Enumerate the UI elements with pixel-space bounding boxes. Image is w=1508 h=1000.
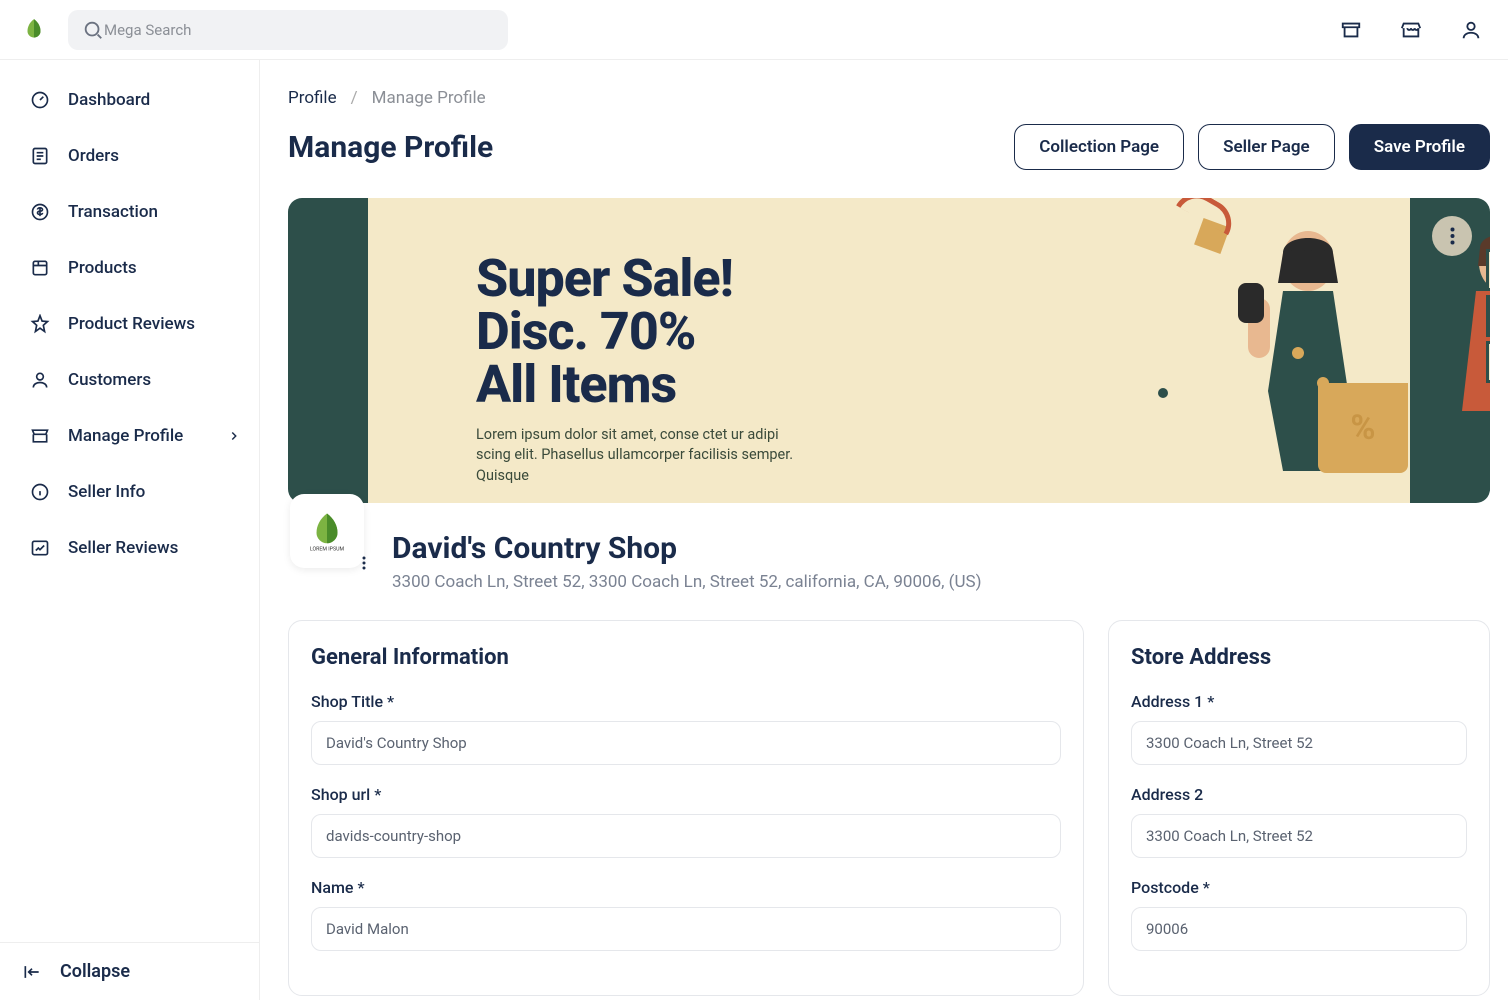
gift-boxes-icon (1486, 243, 1490, 383)
name-label: Name * (311, 878, 1061, 897)
sidebar-item-seller-info[interactable]: Seller Info (22, 470, 249, 514)
chevron-right-icon (227, 429, 241, 443)
sidebar-item-label: Dashboard (68, 90, 150, 110)
shopping-bag-icon (1318, 383, 1408, 473)
sidebar-item-products[interactable]: Products (22, 246, 249, 290)
shop-name: David's Country Shop (392, 531, 982, 566)
postcode-label: Postcode * (1131, 878, 1467, 897)
more-vert-icon (1450, 227, 1455, 245)
address2-input[interactable] (1131, 814, 1467, 858)
page-title: Manage Profile (288, 130, 493, 165)
sidebar-item-label: Seller Info (68, 482, 145, 502)
breadcrumb-sep: / (351, 88, 358, 108)
field-postcode: Postcode * (1131, 878, 1467, 951)
sidebar-item-label: Customers (68, 370, 151, 390)
breadcrumb-root[interactable]: Profile (288, 88, 337, 108)
field-address2: Address 2 (1131, 785, 1467, 858)
dollar-icon (30, 202, 50, 222)
name-input[interactable] (311, 907, 1061, 951)
sidebar-item-label: Seller Reviews (68, 538, 178, 558)
address2-label: Address 2 (1131, 785, 1467, 804)
banner-line2: Disc. 70% (476, 301, 695, 362)
gauge-icon (30, 90, 50, 110)
collapse-label: Collapse (60, 961, 130, 982)
banner-line3: All Items (476, 354, 676, 415)
collapse-button[interactable]: Collapse (0, 942, 259, 1000)
app-logo (18, 14, 50, 46)
shop-title-input[interactable] (311, 721, 1061, 765)
main-content: Profile / Manage Profile Manage Profile … (260, 60, 1508, 1000)
store-icon (30, 426, 50, 446)
postcode-input[interactable] (1131, 907, 1467, 951)
banner-menu-button[interactable] (1432, 216, 1472, 256)
storefront-icon[interactable] (1340, 19, 1362, 41)
seller-page-button[interactable]: Seller Page (1198, 124, 1335, 170)
general-heading: General Information (311, 645, 1061, 670)
store-address-card: Store Address Address 1 * Address 2 Post… (1108, 620, 1490, 996)
sidebar-item-manage-profile[interactable]: Manage Profile (22, 414, 249, 458)
sidebar-item-transaction[interactable]: Transaction (22, 190, 249, 234)
profile-banner: Super Sale! Disc. 70% All Items Lorem ip… (288, 198, 1490, 503)
search-input[interactable] (104, 21, 494, 39)
shop-title-label: Shop Title * (311, 692, 1061, 711)
avatar-menu-icon[interactable] (362, 556, 366, 570)
shop-url-label: Shop url * (311, 785, 1061, 804)
sidebar-item-product-reviews[interactable]: Product Reviews (22, 302, 249, 346)
user-icon[interactable] (1460, 19, 1482, 41)
banner-text: Super Sale! Disc. 70% All Items Lorem ip… (476, 252, 816, 486)
sidebar-item-label: Orders (68, 146, 119, 166)
svg-text:LOREM IPSUM: LOREM IPSUM (310, 546, 345, 552)
info-icon (30, 482, 50, 502)
collapse-icon (22, 962, 42, 982)
box-icon (30, 258, 50, 278)
general-info-card: General Information Shop Title * Shop ur… (288, 620, 1084, 996)
shop-meta: David's Country Shop 3300 Coach Ln, Stre… (392, 531, 982, 592)
shop-logo-icon: LOREM IPSUM (306, 510, 348, 552)
address1-label: Address 1 * (1131, 692, 1467, 711)
collection-page-button[interactable]: Collection Page (1014, 124, 1184, 170)
sidebar-item-label: Product Reviews (68, 314, 195, 334)
layout: Dashboard Orders Transaction Products Pr… (0, 60, 1508, 1000)
sidebar-item-label: Transaction (68, 202, 158, 222)
image-star-icon (30, 538, 50, 558)
list-icon (30, 146, 50, 166)
sidebar-item-dashboard[interactable]: Dashboard (22, 78, 249, 122)
banner-line1: Super Sale! (476, 248, 733, 309)
sidebar-item-orders[interactable]: Orders (22, 134, 249, 178)
shop-url-input[interactable] (311, 814, 1061, 858)
sidebar-item-label: Products (68, 258, 137, 278)
field-address1: Address 1 * (1131, 692, 1467, 765)
breadcrumb-current: Manage Profile (372, 88, 486, 108)
sidebar-item-label: Manage Profile (68, 426, 183, 446)
sidebar-list: Dashboard Orders Transaction Products Pr… (0, 78, 259, 942)
person-icon (30, 370, 50, 390)
star-icon (30, 314, 50, 334)
sidebar-item-seller-reviews[interactable]: Seller Reviews (22, 526, 249, 570)
header-actions (1340, 19, 1490, 41)
form-cards: General Information Shop Title * Shop ur… (288, 620, 1490, 996)
field-name: Name * (311, 878, 1061, 951)
store-heading: Store Address (1131, 645, 1467, 670)
shop-address: 3300 Coach Ln, Street 52, 3300 Coach Ln,… (392, 572, 982, 592)
sidebar-item-customers[interactable]: Customers (22, 358, 249, 402)
sidebar: Dashboard Orders Transaction Products Pr… (0, 60, 260, 1000)
banner-subtext: Lorem ipsum dolor sit amet, conse ctet u… (476, 425, 816, 486)
person-man-icon (1428, 213, 1490, 503)
breadcrumb: Profile / Manage Profile (288, 88, 1490, 108)
search-box[interactable] (68, 10, 508, 50)
profile-header: LOREM IPSUM David's Country Shop 3300 Co… (288, 531, 1490, 592)
shop-avatar: LOREM IPSUM (290, 494, 364, 568)
save-profile-button[interactable]: Save Profile (1349, 124, 1490, 170)
decor-dot-icon (1158, 388, 1168, 398)
address1-input[interactable] (1131, 721, 1467, 765)
title-row: Manage Profile Collection Page Seller Pa… (288, 124, 1490, 170)
top-header (0, 0, 1508, 60)
field-shop-url: Shop url * (311, 785, 1061, 858)
field-shop-title: Shop Title * (311, 692, 1061, 765)
search-icon (82, 19, 104, 41)
shop-icon[interactable] (1400, 19, 1422, 41)
